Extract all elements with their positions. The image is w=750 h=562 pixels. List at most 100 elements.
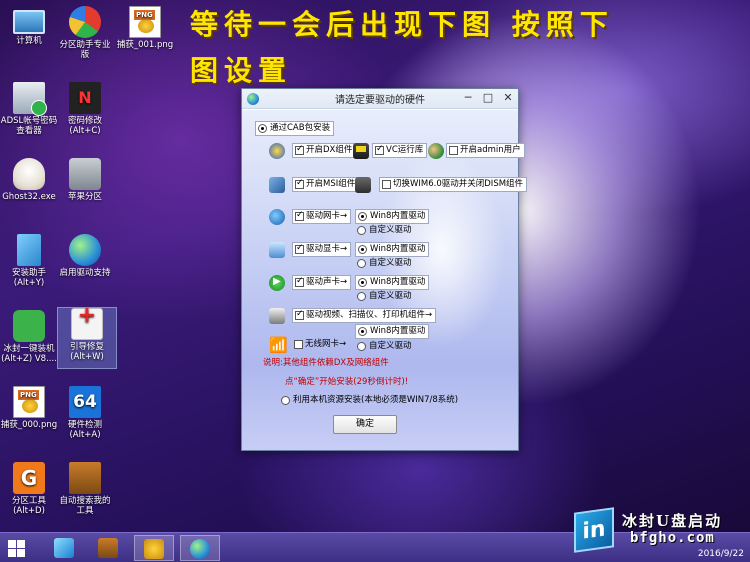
frozen-installer-icon (13, 310, 45, 342)
checkbox-unchecked-icon (449, 146, 458, 155)
custom-driver-label: 自定义驱动 (369, 341, 412, 351)
desktop-icon-password[interactable]: N 密码修改(Alt+C) (56, 82, 114, 136)
png-file-icon (13, 386, 45, 418)
video-win8-radio[interactable]: Win8内置驱动 (355, 324, 430, 339)
win8-builtin-label: Win8内置驱动 (370, 211, 426, 221)
desktop-icon-partition-tool[interactable]: G 分区工具(Alt+D) (0, 462, 58, 516)
taskbar-app-driver-dialog[interactable] (180, 535, 220, 561)
radio-selected-icon (358, 212, 367, 221)
vc-runtime-icon (353, 143, 369, 159)
checkbox-checked-icon (295, 210, 304, 221)
msi-installer-icon (269, 177, 285, 193)
globe-icon (69, 234, 101, 266)
net-win8-radio[interactable]: Win8内置驱动 (355, 209, 430, 224)
minimize-button[interactable]: ─ (462, 92, 474, 104)
desktop-icon-auto-search-tools[interactable]: 自动搜索我的工具 (56, 462, 114, 516)
directx-icon (269, 143, 285, 159)
desktop-icon-label: ADSL帐号密码查看器 (0, 116, 58, 136)
instruction-line-1: 等待一会后出现下图 按照下 (190, 8, 614, 41)
display-win8-radio[interactable]: Win8内置驱动 (355, 242, 430, 257)
taskbar-app-explorer[interactable] (44, 535, 84, 561)
desktop-icon-label: 分区助手专业版 (59, 40, 111, 60)
toolbox-icon (69, 462, 101, 494)
countdown-note: 点“确定”开始安装(29秒倒计时)! (285, 377, 409, 387)
sound-win8-radio[interactable]: Win8内置驱动 (355, 275, 430, 290)
checkbox-checked-icon (295, 309, 304, 320)
vc-checkbox[interactable]: VC运行库 (372, 143, 428, 158)
sound-card-icon (269, 275, 285, 291)
desktop-icon-label: 启用驱动支持 (59, 268, 111, 278)
brand-name: 冰封U盘启动 (622, 512, 723, 530)
switch-wim-checkbox[interactable]: 切换WIM6.0驱动并关闭DISM组件 (379, 177, 528, 192)
desktop-icon-one-key-install[interactable]: 冰封一键装机(Alt+Z) V8.... (0, 310, 58, 364)
desktop-icon-label: Ghost32.exe (2, 192, 56, 202)
desktop-icon-ghost32[interactable]: Ghost32.exe (0, 158, 58, 202)
globe-icon (190, 539, 210, 559)
net-card-checkbox[interactable]: 驱动网卡→ (292, 209, 352, 224)
desktop-icon-label: 密码修改(Alt+C) (67, 116, 102, 136)
adsl-viewer-icon (13, 82, 47, 116)
dependency-note: 说明:其他组件依赖DX及网络组件 (263, 358, 389, 368)
taskbar-app-tools[interactable] (88, 535, 128, 561)
net-custom-radio[interactable]: 自定义驱动 (355, 224, 415, 237)
video-custom-radio[interactable]: 自定义驱动 (355, 340, 415, 353)
brand-watermark: in 冰封U盘启动 bfgho.com 2016/9/22 (570, 506, 750, 562)
desktop-icon-label: 捕获_001.png (116, 40, 174, 50)
brand-site: bfgho.com (630, 530, 715, 546)
checkbox-checked-icon (295, 243, 304, 254)
desktop-icon-computer[interactable]: 计算机 (0, 6, 58, 46)
desktop-icon-adsl[interactable]: ADSL帐号密码查看器 (0, 82, 58, 136)
ghost-icon (13, 158, 45, 190)
apple-drive-icon (69, 158, 101, 190)
local-install-label: 利用本机资源安装(本地必须是WIN7/8系统) (293, 395, 459, 405)
desktop-icon-hardware-detect[interactable]: 64 硬件检测(Alt+A) (56, 386, 114, 440)
taskbar-app-capture[interactable] (134, 535, 174, 561)
radio-unselected-icon (357, 259, 366, 268)
sound-card-checkbox[interactable]: 驱动声卡→ (292, 275, 352, 290)
png-file-icon (129, 6, 161, 38)
admin-checkbox[interactable]: 开启admin用户 (446, 143, 525, 158)
video-scanner-label: 驱动视频、扫描仪、打印机组件→ (306, 310, 433, 320)
hardware-64-icon: 64 (69, 386, 101, 418)
wifi-card-checkbox[interactable]: 无线网卡→ (292, 338, 349, 351)
brand-logo-icon: in (574, 507, 614, 553)
cab-install-radio[interactable]: 通过CAB包安装 (255, 121, 335, 136)
radio-unselected-icon (357, 292, 366, 301)
dialog-titlebar[interactable]: 请选定要驱动的硬件 ─ □ ✕ (242, 89, 518, 109)
radio-unselected-icon (357, 226, 366, 235)
sound-custom-radio[interactable]: 自定义驱动 (355, 290, 415, 303)
network-card-icon (269, 209, 285, 225)
desktop-icon-partition-assistant[interactable]: 分区助手专业版 (56, 6, 114, 60)
local-install-radio[interactable]: 利用本机资源安装(本地必须是WIN7/8系统) (279, 394, 461, 407)
clock-date[interactable]: 2016/9/22 (698, 549, 744, 559)
desktop-icon-capture-000[interactable]: 捕获_000.png (0, 386, 58, 430)
desktop-icon-install-helper[interactable]: 安装助手(Alt+Y) (0, 234, 58, 288)
display-card-checkbox[interactable]: 驱动显卡→ (292, 242, 352, 257)
vc-label: VC运行库 (386, 145, 424, 155)
admin-label: 开启admin用户 (460, 145, 521, 155)
dx-checkbox[interactable]: 开启DX组件 (292, 143, 357, 158)
ok-button[interactable]: 确定 (333, 415, 397, 434)
desktop-icon-label: 引导修复(Alt+W) (69, 342, 104, 362)
desktop-icon-apple-partition[interactable]: 苹果分区 (56, 158, 114, 202)
desktop-icon-label: 计算机 (16, 36, 42, 46)
checkbox-checked-icon (295, 178, 304, 189)
video-scanner-checkbox[interactable]: 驱动视频、扫描仪、打印机组件→ (292, 308, 437, 323)
wifi-card-label: 无线网卡→ (305, 339, 347, 349)
display-card-icon (269, 242, 285, 258)
radio-selected-icon (358, 245, 367, 254)
desktop-icon-label: 安装助手(Alt+Y) (11, 268, 46, 288)
desktop-icon-label: 硬件检测(Alt+A) (67, 420, 102, 440)
switch-wim-label: 切换WIM6.0驱动并关闭DISM组件 (393, 179, 524, 189)
msi-checkbox[interactable]: 开启MSI组件 (292, 177, 360, 192)
maximize-button[interactable]: □ (482, 92, 494, 104)
close-button[interactable]: ✕ (502, 92, 514, 104)
users-icon (428, 143, 444, 159)
radio-selected-icon (358, 327, 367, 336)
desktop-icon-enable-driver[interactable]: 启用驱动支持 (56, 234, 114, 278)
desktop-icon-boot-repair[interactable]: 引导修复(Alt+W) (57, 307, 117, 369)
start-button[interactable] (8, 540, 25, 557)
display-custom-radio[interactable]: 自定义驱动 (355, 257, 415, 270)
desktop-icon-label: 苹果分区 (67, 192, 102, 202)
desktop-icon-capture-001[interactable]: 捕获_001.png (116, 6, 174, 50)
